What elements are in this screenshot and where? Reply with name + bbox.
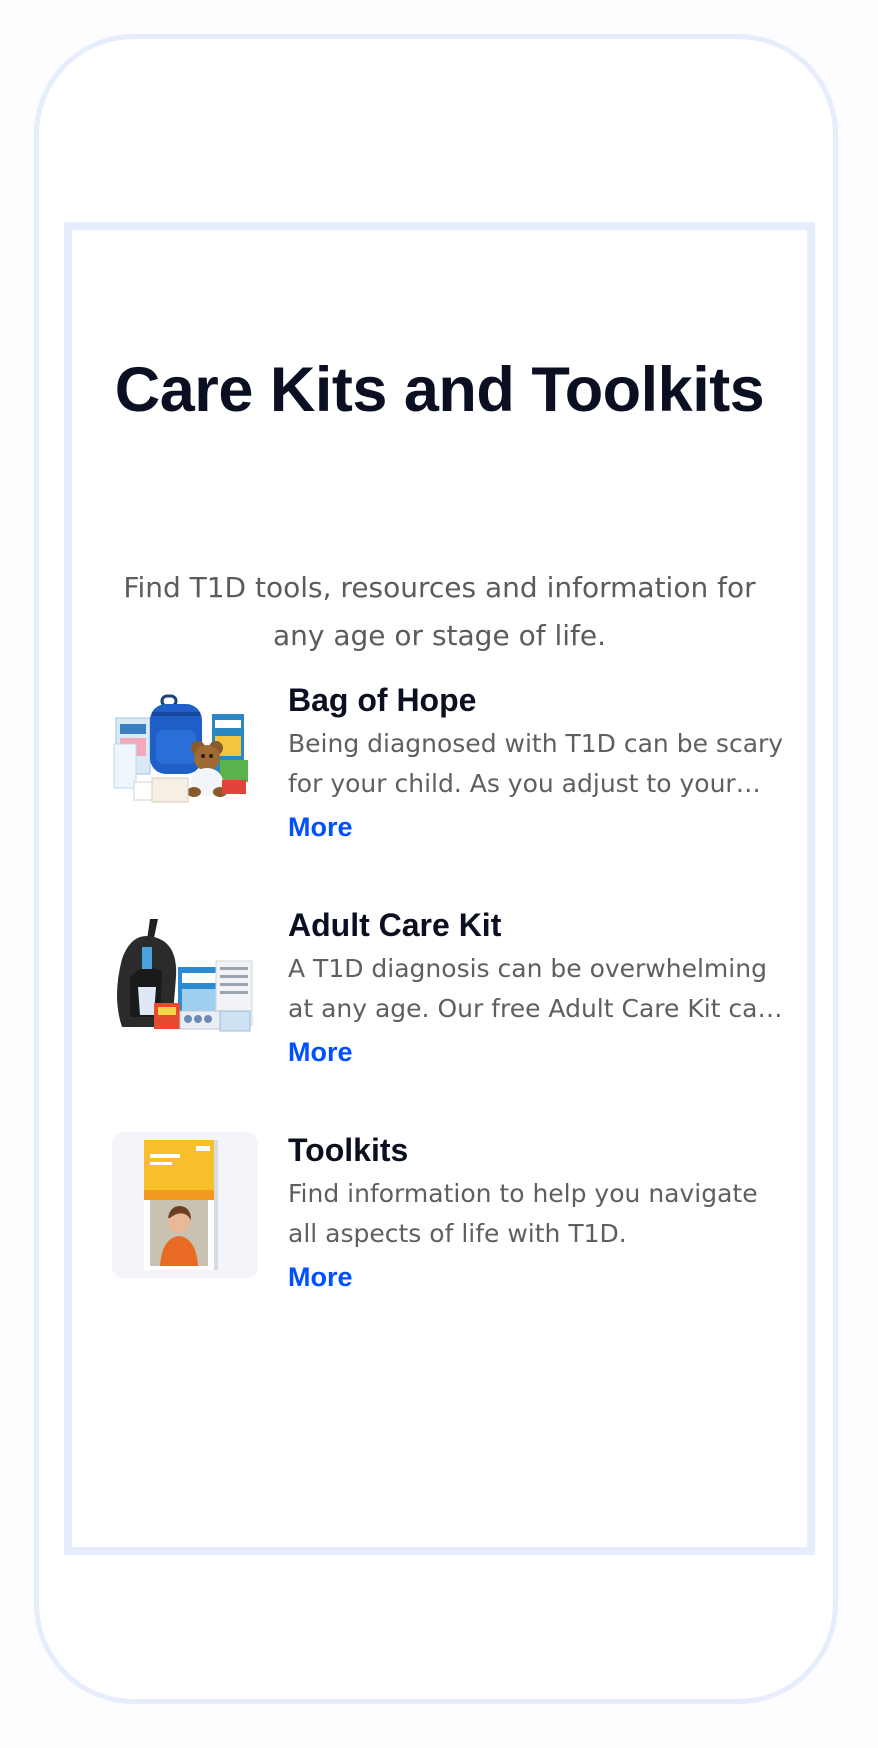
page-title: Care Kits and Toolkits (114, 355, 765, 425)
adult-care-kit-image (112, 907, 258, 1053)
bag-of-hope-kit-image (112, 682, 258, 828)
more-link-bag-of-hope[interactable]: More (288, 810, 353, 844)
toolkit-booklet-image (112, 1132, 258, 1278)
more-link-toolkits[interactable]: More (288, 1260, 353, 1294)
content-panel: Care Kits and Toolkits Find T1D tools, r… (64, 222, 815, 1555)
item-description: Find information to help you navigate al… (288, 1179, 758, 1248)
list-item-adult-care-kit: Adult Care Kit A T1D diagnosis can be ov… (112, 907, 792, 1077)
item-description: A T1D diagnosis can be overwhelming at a… (288, 954, 774, 1023)
item-title: Adult Care Kit (288, 907, 502, 943)
list-item-toolkits: Toolkits Find information to help you na… (112, 1132, 792, 1302)
page-subtitle: Find T1D tools, resources and informatio… (123, 571, 756, 652)
item-title: Toolkits (288, 1132, 409, 1168)
more-link-adult-care-kit[interactable]: More (288, 1035, 353, 1069)
item-title: Bag of Hope (288, 682, 477, 718)
list-item-bag-of-hope: Bag of Hope Being diagnosed with T1D can… (112, 682, 792, 852)
item-description: Being diagnosed with T1D can be scary fo… (288, 729, 784, 798)
